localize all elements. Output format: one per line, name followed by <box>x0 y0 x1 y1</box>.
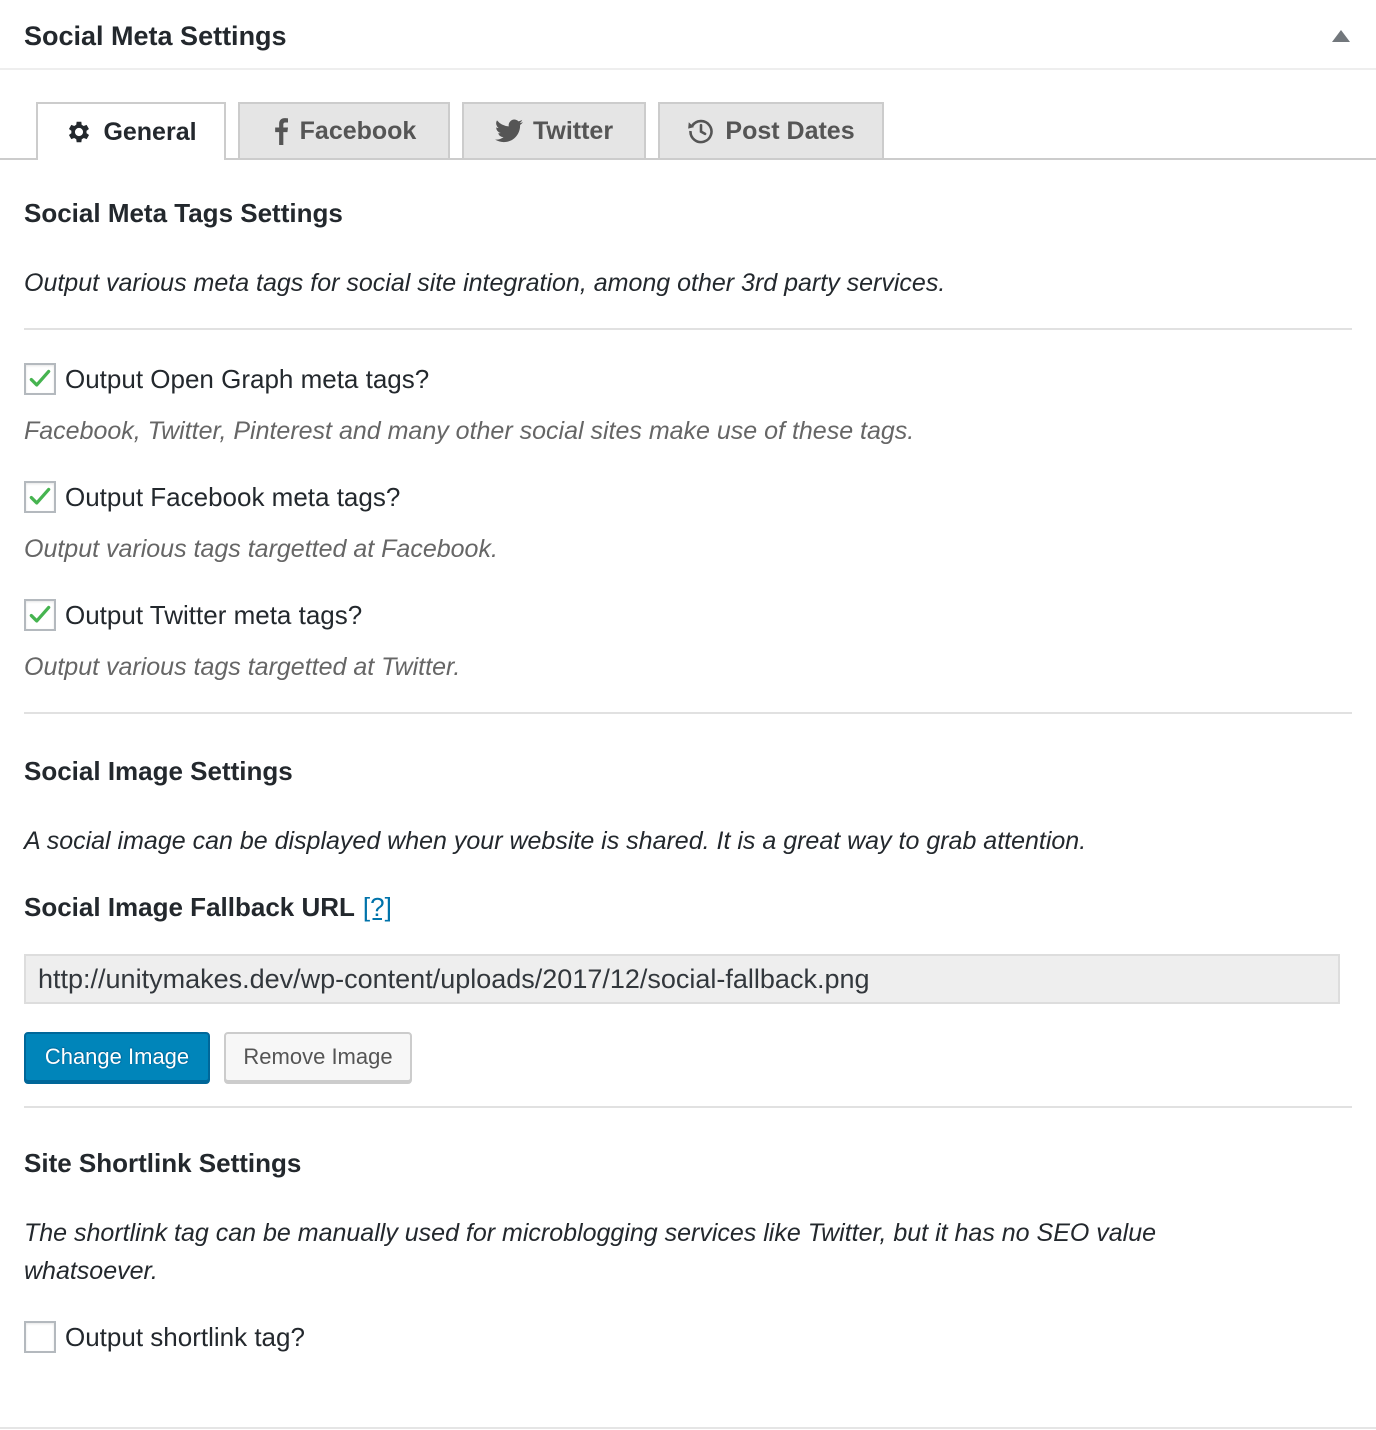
tab-facebook[interactable]: Facebook <box>238 102 450 158</box>
help-link[interactable]: [?] <box>363 892 392 922</box>
shortlink-label[interactable]: Output shortlink tag? <box>65 1320 305 1354</box>
open-graph-checkbox[interactable] <box>24 363 56 395</box>
social-meta-settings-panel: Social Meta Settings General Facebook Tw… <box>0 0 1376 1430</box>
tab-post-dates-label: Post Dates <box>725 116 855 145</box>
shortlink-heading: Site Shortlink Settings <box>24 1148 302 1178</box>
facebook-help: Output various tags targetted at Faceboo… <box>24 535 498 563</box>
shortlink-description-line2: whatsoever. <box>24 1257 158 1285</box>
fallback-url-label: Social Image Fallback URL [?] <box>24 890 392 924</box>
open-graph-label[interactable]: Output Open Graph meta tags? <box>65 362 429 396</box>
facebook-checkbox[interactable] <box>24 481 56 513</box>
image-heading: Social Image Settings <box>24 756 293 786</box>
twitter-label[interactable]: Output Twitter meta tags? <box>65 598 362 632</box>
shortlink-checkbox[interactable] <box>24 1321 56 1353</box>
shortlink-option[interactable]: Output shortlink tag? <box>24 1320 305 1354</box>
tab-bar: General Facebook Twitter Post Dates <box>0 102 1376 160</box>
tab-post-dates[interactable]: Post Dates <box>658 102 884 158</box>
open-graph-option[interactable]: Output Open Graph meta tags? <box>24 362 429 396</box>
checkmark-icon <box>29 487 51 505</box>
history-icon <box>687 117 715 145</box>
image-description: A social image can be displayed when you… <box>24 827 1087 855</box>
fallback-url-input[interactable] <box>24 954 1340 1004</box>
checkmark-icon <box>29 369 51 387</box>
divider <box>24 1106 1352 1108</box>
meta-tags-heading: Social Meta Tags Settings <box>24 198 343 228</box>
divider <box>24 328 1352 330</box>
tab-twitter[interactable]: Twitter <box>462 102 646 158</box>
gear-icon <box>65 118 93 146</box>
twitter-checkbox[interactable] <box>24 599 56 631</box>
meta-tags-description: Output various meta tags for social site… <box>24 269 946 297</box>
tab-facebook-label: Facebook <box>299 116 417 145</box>
panel-bottom-border <box>0 1427 1376 1429</box>
panel-title: Social Meta Settings <box>24 21 287 51</box>
facebook-label[interactable]: Output Facebook meta tags? <box>65 480 400 514</box>
tab-general-label: General <box>103 117 197 146</box>
tab-twitter-label: Twitter <box>532 116 614 145</box>
checkmark-icon <box>29 605 51 623</box>
open-graph-help: Facebook, Twitter, Pinterest and many ot… <box>24 417 915 445</box>
twitter-help: Output various tags targetted at Twitter… <box>24 653 461 681</box>
triangle-up-icon[interactable] <box>1332 30 1350 42</box>
tab-general[interactable]: General <box>36 102 226 160</box>
change-image-button[interactable]: Change Image <box>24 1032 210 1082</box>
panel-header[interactable]: Social Meta Settings <box>0 0 1376 70</box>
facebook-option[interactable]: Output Facebook meta tags? <box>24 480 400 514</box>
facebook-icon <box>272 117 290 145</box>
divider <box>24 712 1352 714</box>
shortlink-description-line1: The shortlink tag can be manually used f… <box>24 1219 1157 1247</box>
twitter-option[interactable]: Output Twitter meta tags? <box>24 598 362 632</box>
fallback-url-label-text: Social Image Fallback URL <box>24 892 355 922</box>
twitter-icon <box>494 119 523 143</box>
remove-image-button[interactable]: Remove Image <box>224 1032 412 1082</box>
